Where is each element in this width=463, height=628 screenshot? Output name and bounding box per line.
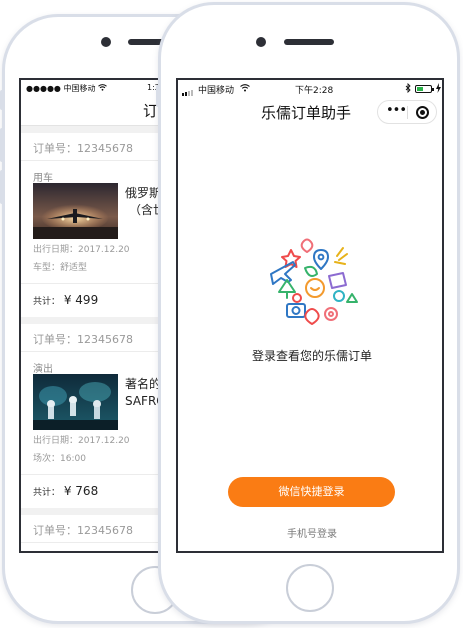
charging-icon (436, 83, 441, 96)
travel-icons-illustration (257, 230, 361, 334)
order-date: 出行日期：2017.12.20 (33, 436, 130, 446)
order-category: 用车 (33, 173, 53, 184)
order-detail: 场次：16:00 (33, 454, 86, 464)
login-prompt-text: 登录查看您的乐儒订单 (251, 349, 372, 363)
carrier-label: ●●●●● 中国移动 (26, 83, 96, 93)
signal-icon (182, 86, 194, 96)
front-phone-camera (256, 37, 266, 47)
order-number: 订单号：12345678 (21, 324, 162, 352)
battery-icon (415, 85, 434, 93)
order-number: 订单号：12345678 (21, 133, 162, 161)
miniprogram-capsule: ••• (377, 100, 437, 124)
order-category: 用车 (21, 543, 162, 551)
carrier-label: 中国移动 (198, 86, 235, 96)
nav-title-bar: 订单 (21, 96, 162, 126)
order-total: 共计： ¥ 499 (21, 283, 162, 317)
performance-photo (33, 374, 118, 430)
order-category: 演出 (33, 364, 53, 375)
front-phone-speaker (284, 39, 334, 45)
order-detail: 车型：舒适型 (33, 263, 88, 273)
order-card[interactable]: 订单号：12345678 演出 著名的 SAFRO 出行日期：2017.12.2… (21, 324, 162, 508)
total-value: ¥ 768 (63, 484, 99, 498)
order-card[interactable]: 订单号：12345678 用车 (21, 515, 162, 551)
front-phone-screen: 中国移动 下午2:28 乐儒订单助手 ••• 登录查看您的乐儒订单 微信快捷登录… (176, 78, 444, 553)
total-label: 共计： (33, 488, 61, 498)
order-total: 共计： ¥ 768 (21, 474, 162, 508)
order-body: 俄罗斯 （含世 (21, 183, 162, 241)
page-title: 乐儒订单助手 (261, 104, 352, 122)
order-body: 著名的 SAFRO (21, 374, 162, 432)
order-date: 出行日期：2017.12.20 (33, 245, 130, 255)
wifi-icon (98, 83, 108, 93)
front-phone-side-button (156, 85, 160, 107)
mockup-stage: ●●●●● 中国移动 1:2 订单 订单号：12345678 用车 (0, 0, 463, 628)
wechat-quick-login-button[interactable]: 微信快捷登录 (228, 477, 395, 507)
back-phone-side-button (0, 128, 4, 162)
order-card[interactable]: 订单号：12345678 用车 (21, 133, 162, 317)
capsule-divider (407, 106, 408, 119)
back-phone-side-button (0, 90, 4, 110)
back-phone-screen: ●●●●● 中国移动 1:2 订单 订单号：12345678 用车 (19, 78, 164, 553)
back-phone-camera (101, 37, 111, 47)
back-phone-side-button (0, 170, 4, 204)
status-bar: ●●●●● 中国移动 1:2 (21, 80, 162, 96)
status-time: 下午2:28 (295, 86, 334, 96)
close-miniprogram-icon[interactable] (416, 106, 429, 119)
total-value: ¥ 499 (63, 293, 99, 307)
front-phone-home-button[interactable] (286, 564, 334, 612)
status-bar: 中国移动 下午2:28 (178, 80, 442, 98)
total-label: 共计： (33, 297, 61, 307)
airplane-photo (33, 183, 118, 239)
phone-number-login-link[interactable]: 手机号登录 (178, 525, 442, 540)
order-number: 订单号：12345678 (21, 515, 162, 543)
wifi-icon (240, 84, 250, 95)
more-icon[interactable]: ••• (386, 103, 407, 118)
bluetooth-icon (405, 82, 411, 96)
